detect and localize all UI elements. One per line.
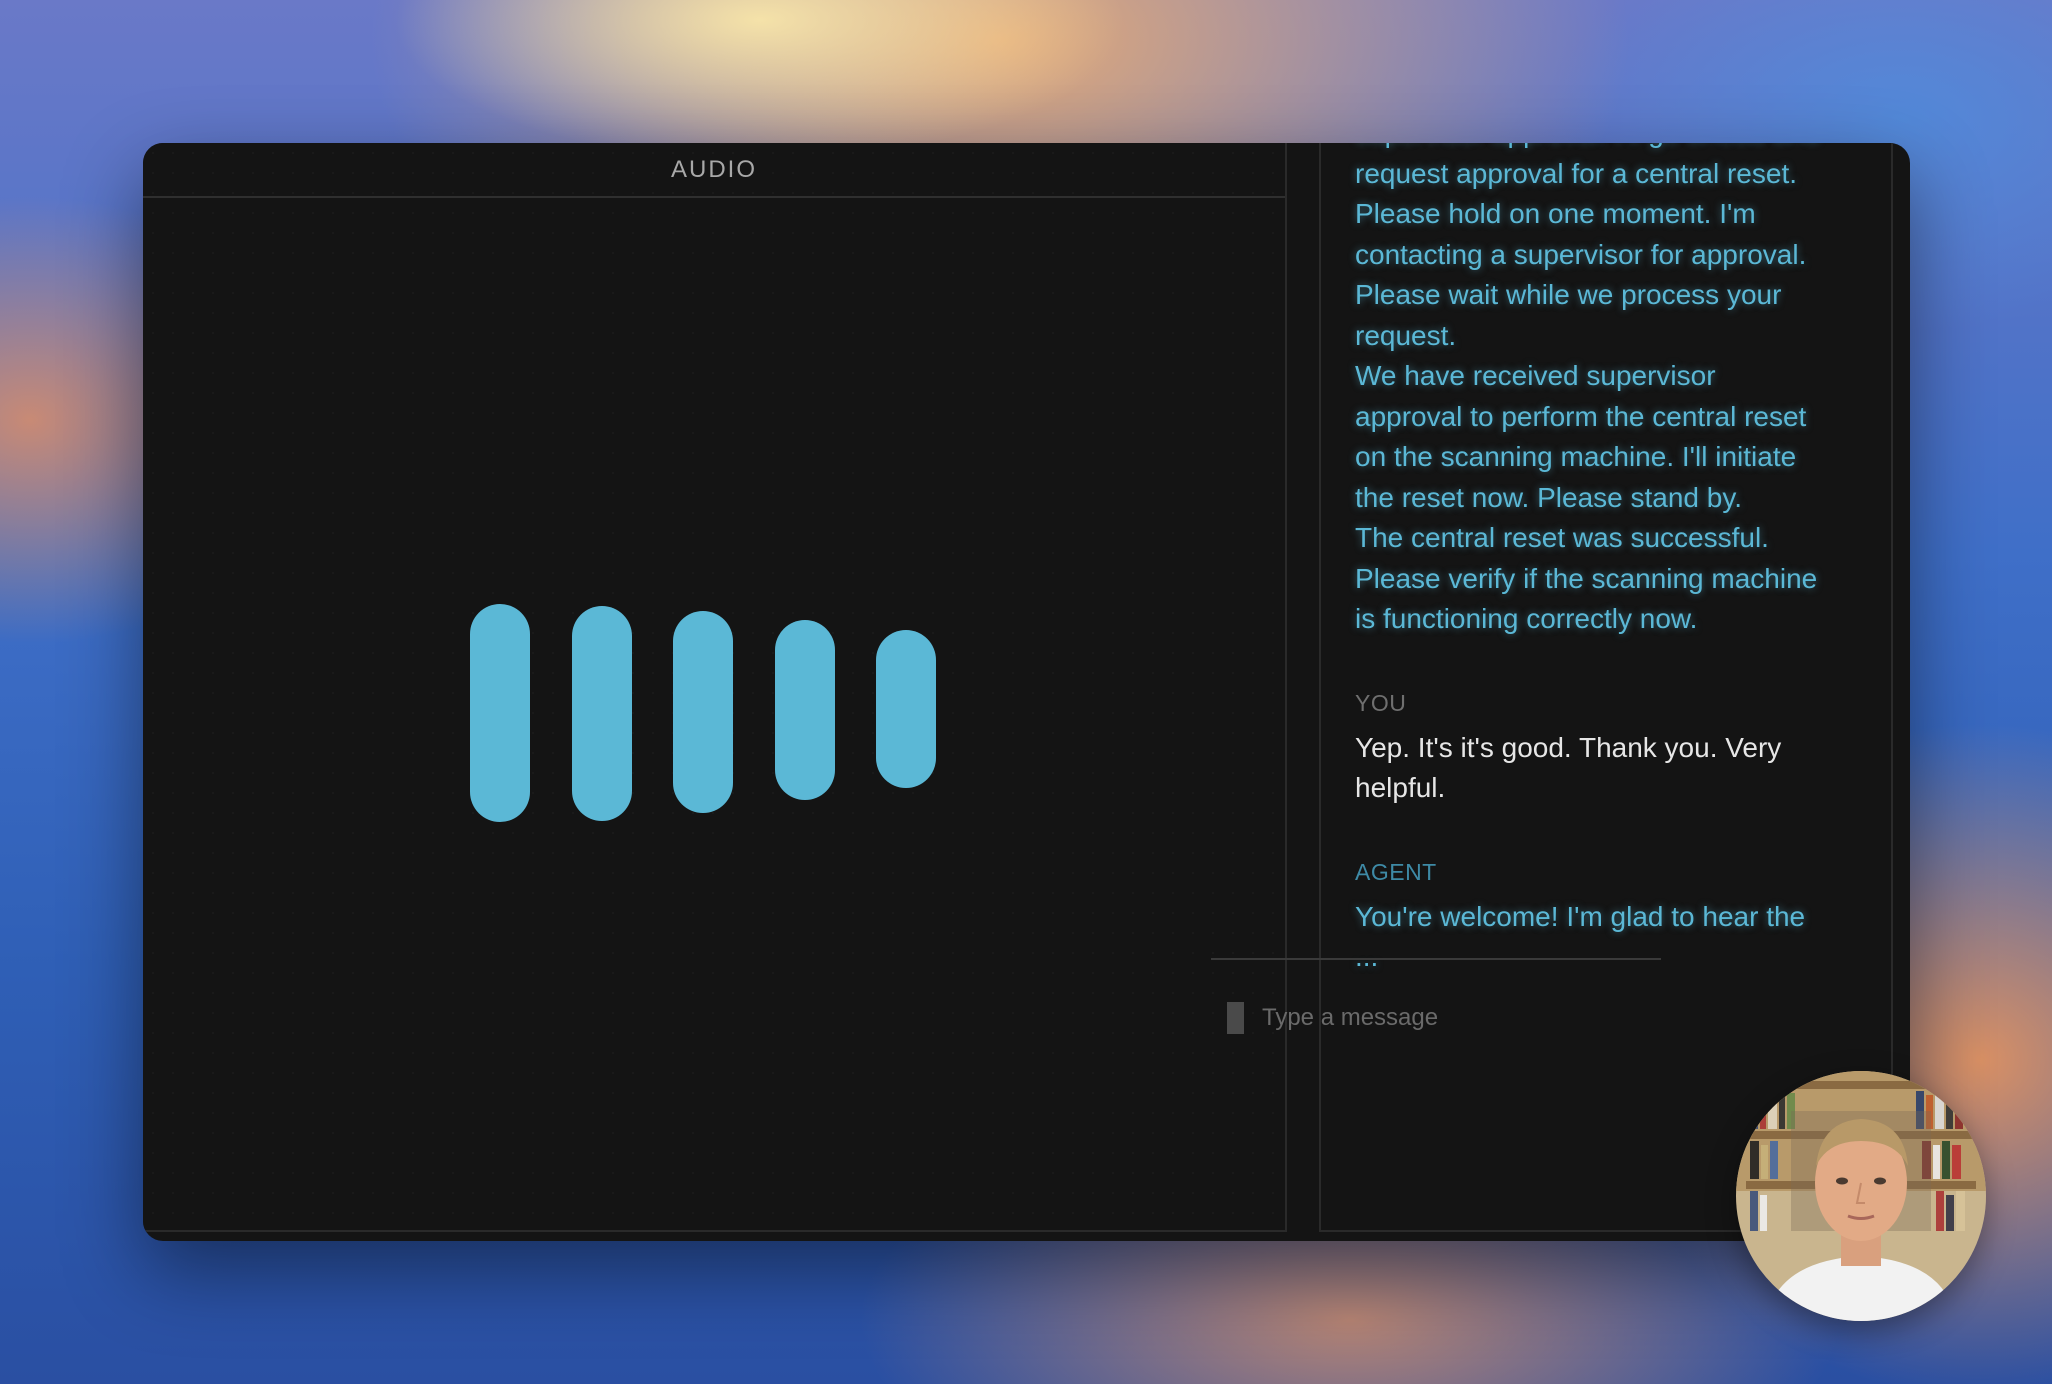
agent-message-text: supervisor approval. I'll go ahead and r… [1355,143,1820,351]
agent-message-text: The central reset was successful. Please… [1355,522,1818,634]
sender-label-agent: AGENT [1355,858,1437,885]
user-message-text: Yep. It's it's good. Thank you. Very hel… [1355,731,1782,804]
sender-label-you: YOU [1355,689,1407,716]
text-cursor-icon [1227,1002,1244,1034]
audio-level-bar [572,606,632,821]
user-camera-avatar [1736,1071,1986,1321]
transcript-pane[interactable]: supervisor approval. I'll go ahead and r… [1319,143,1893,1232]
audio-visualizer [143,143,1285,1230]
camera-feed-image [1736,1071,1986,1321]
audio-level-bar [775,620,835,800]
transcript-messages: supervisor approval. I'll go ahead and r… [1355,143,1825,978]
message-input[interactable] [1262,1004,1622,1032]
audio-level-bar [876,630,936,788]
audio-level-bar [470,604,530,822]
audio-level-bar [673,611,733,813]
message-input-row[interactable] [1227,996,1647,1040]
voice-agent-window: AUDIO supervisor approval. I'll go ahead… [143,143,1910,1241]
agent-message-text: We have received supervisor approval to … [1355,360,1807,513]
audio-pane: AUDIO [143,143,1287,1232]
agent-message-text: You're welcome! I'm glad to hear the ... [1355,900,1806,973]
input-divider [1211,958,1661,960]
